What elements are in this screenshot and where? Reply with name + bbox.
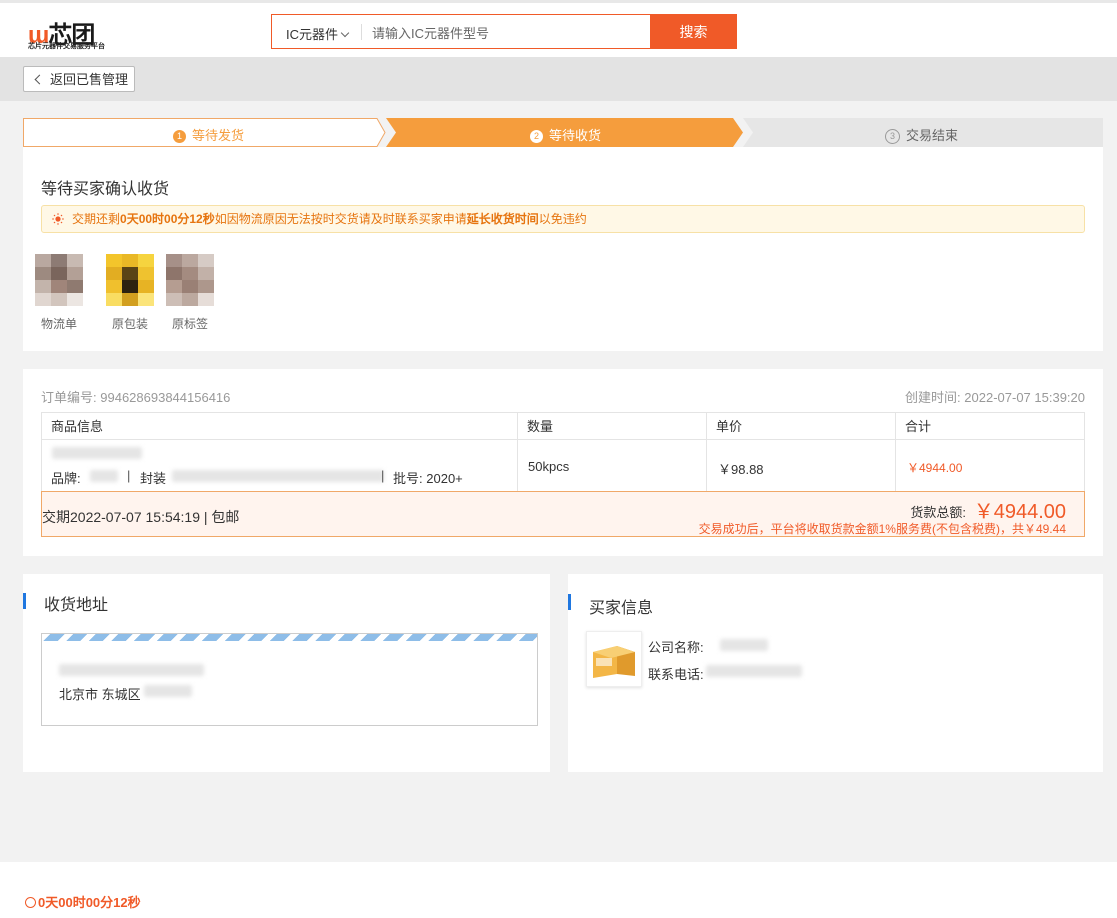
search-button[interactable]: 搜索	[650, 14, 737, 49]
notice-extend-link[interactable]: 延长收货时间	[467, 212, 539, 226]
buyer-info-card: 买家信息 公司名称: 联系电话:	[568, 574, 1103, 772]
step-pending-receipt: 2 等待收货	[530, 125, 601, 144]
table-divider	[706, 413, 707, 491]
address-box: 北京市 东城区	[41, 633, 538, 726]
total-label: 货款总额:	[910, 505, 966, 520]
col-header-product: 商品信息	[42, 413, 518, 440]
attachment-label: 原标签	[171, 317, 208, 331]
label-photo	[166, 254, 214, 306]
phone-row: 联系电话:	[648, 664, 704, 683]
order-total-bar: 交期2022-07-07 15:54:19 | 包邮 货款总额: ￥4944.0…	[41, 491, 1085, 537]
chevron-left-icon	[34, 74, 45, 85]
back-to-sold-button[interactable]: 返回已售管理	[23, 66, 135, 92]
search-category-select[interactable]: IC元器件	[286, 24, 350, 43]
col-header-subtotal: 合计	[896, 413, 1084, 440]
col-header-quantity: 数量	[518, 413, 707, 440]
company-label: 公司名称:	[648, 640, 704, 655]
item-unit-price: ￥98.88	[718, 462, 764, 477]
package-redacted	[172, 470, 384, 482]
footer-countdown-value: 0天00时00分12秒	[38, 895, 141, 910]
service-fee-note: 交易成功后，平台将收取货款金额1%服务费(不包含税费)，共￥49.44	[698, 522, 1066, 536]
envelope-stripe	[42, 634, 537, 641]
phone-label: 联系电话:	[648, 667, 704, 682]
back-bar: 返回已售管理	[0, 57, 1117, 101]
attachment-label-photo[interactable]: 原标签	[166, 254, 214, 332]
status-card: 等待买家确认收货 交期还剩0天00时00分12秒如因物流原因无法按时交货请及时联…	[23, 147, 1103, 351]
notice-prefix: 交期还剩	[72, 212, 121, 226]
shipping-address-card: 收货地址 北京市 东城区	[23, 574, 550, 772]
back-button-label: 返回已售管理	[50, 72, 129, 87]
brand-redacted	[90, 470, 118, 482]
packaging-photo	[106, 254, 154, 306]
delivery-notice: 交期还剩0天00时00分12秒如因物流原因无法按时交货请及时联系买家申请延长收货…	[41, 205, 1085, 233]
sun-icon	[52, 213, 64, 225]
created-value: 2022-07-07 15:39:20	[964, 390, 1085, 405]
progress-steps: 1 等待发货 2 等待收货 3 交易结束	[23, 118, 1103, 147]
table-divider	[517, 413, 518, 491]
search-box: IC元器件	[271, 14, 651, 49]
order-table: 商品信息 数量 单价 合计 品牌: | 封装 | 批号: 2020+ 50kpc…	[41, 412, 1085, 492]
site-logo[interactable]: ɯ芯团 芯片元器件交易服务平台	[28, 15, 124, 53]
col-header-unit-price: 单价	[707, 413, 896, 440]
delivery-info: 交期2022-07-07 15:54:19 | 包邮	[42, 509, 240, 525]
package-separator: |	[381, 468, 385, 483]
step-number: 2	[530, 130, 543, 143]
step-label: 等待收货	[549, 128, 602, 143]
order-number[interactable]: 订单编号: 994628693844156416	[41, 387, 230, 406]
clock-icon	[25, 897, 36, 908]
footer-countdown: 0天00时00分12秒	[25, 892, 141, 911]
package-label: 封装	[140, 471, 167, 486]
address-city: 北京市 东城区	[59, 687, 141, 702]
attachment-logistics[interactable]: 物流单	[35, 254, 83, 332]
package-box-icon	[586, 631, 642, 687]
step-number: 1	[173, 130, 186, 143]
step-pending-shipment: 1 等待发货	[173, 125, 244, 144]
search-input[interactable]	[370, 21, 644, 45]
address-detail-redacted	[144, 685, 192, 697]
logistics-photo	[35, 254, 83, 306]
company-row: 公司名称:	[648, 637, 704, 656]
product-brand-line: 品牌:	[51, 468, 81, 487]
batch-info: 批号: 2020+	[393, 468, 463, 487]
attachment-packaging[interactable]: 原包装	[106, 254, 154, 332]
step-label: 等待发货	[192, 128, 245, 143]
order-number-value: 994628693844156416	[100, 390, 231, 405]
notice-middle: 如因物流原因无法按时交货请及时联系买家申请	[214, 212, 467, 226]
company-redacted	[720, 639, 768, 651]
brand-label: 品牌:	[51, 471, 81, 486]
search-divider	[361, 24, 362, 40]
section-accent-bar	[568, 594, 571, 610]
table-divider	[895, 413, 896, 491]
attachment-label: 原包装	[111, 317, 148, 331]
top-header: ɯ芯团 芯片元器件交易服务平台 IC元器件 搜索	[0, 0, 1117, 57]
step-number: 3	[885, 129, 900, 144]
search-bar: IC元器件 搜索	[271, 14, 737, 49]
brand-separator: |	[127, 468, 131, 483]
created-label: 创建时间:	[905, 390, 961, 405]
step-label: 交易结束	[906, 128, 959, 143]
logo-subtitle: 芯片元器件交易服务平台	[28, 43, 105, 50]
product-model-redacted	[52, 447, 142, 459]
section-accent-bar	[23, 593, 26, 609]
batch-value: 2020+	[426, 471, 463, 486]
batch-label: 批号:	[393, 471, 423, 486]
step-trade-closed: 3 交易结束	[885, 125, 958, 144]
chevron-down-icon	[340, 28, 350, 38]
notice-countdown: 0天00时00分12秒	[120, 212, 215, 226]
search-category-label: IC元器件	[286, 27, 339, 42]
order-card: 订单编号: 994628693844156416 创建时间: 2022-07-0…	[23, 369, 1103, 556]
recipient-redacted	[59, 664, 204, 676]
buyer-title: 买家信息	[589, 600, 654, 617]
status-title: 等待买家确认收货	[41, 181, 170, 198]
footer-bar: 0天00时00分12秒	[0, 862, 1117, 918]
item-quantity: 50kpcs	[528, 459, 570, 474]
order-number-label: 订单编号:	[41, 390, 97, 405]
order-created-time: 创建时间: 2022-07-07 15:39:20	[905, 387, 1085, 406]
attachment-label: 物流单	[40, 317, 77, 331]
item-subtotal: ￥4944.00	[907, 461, 963, 475]
address-title: 收货地址	[44, 597, 109, 614]
notice-suffix: 以免违约	[538, 212, 587, 226]
phone-redacted	[706, 665, 802, 677]
